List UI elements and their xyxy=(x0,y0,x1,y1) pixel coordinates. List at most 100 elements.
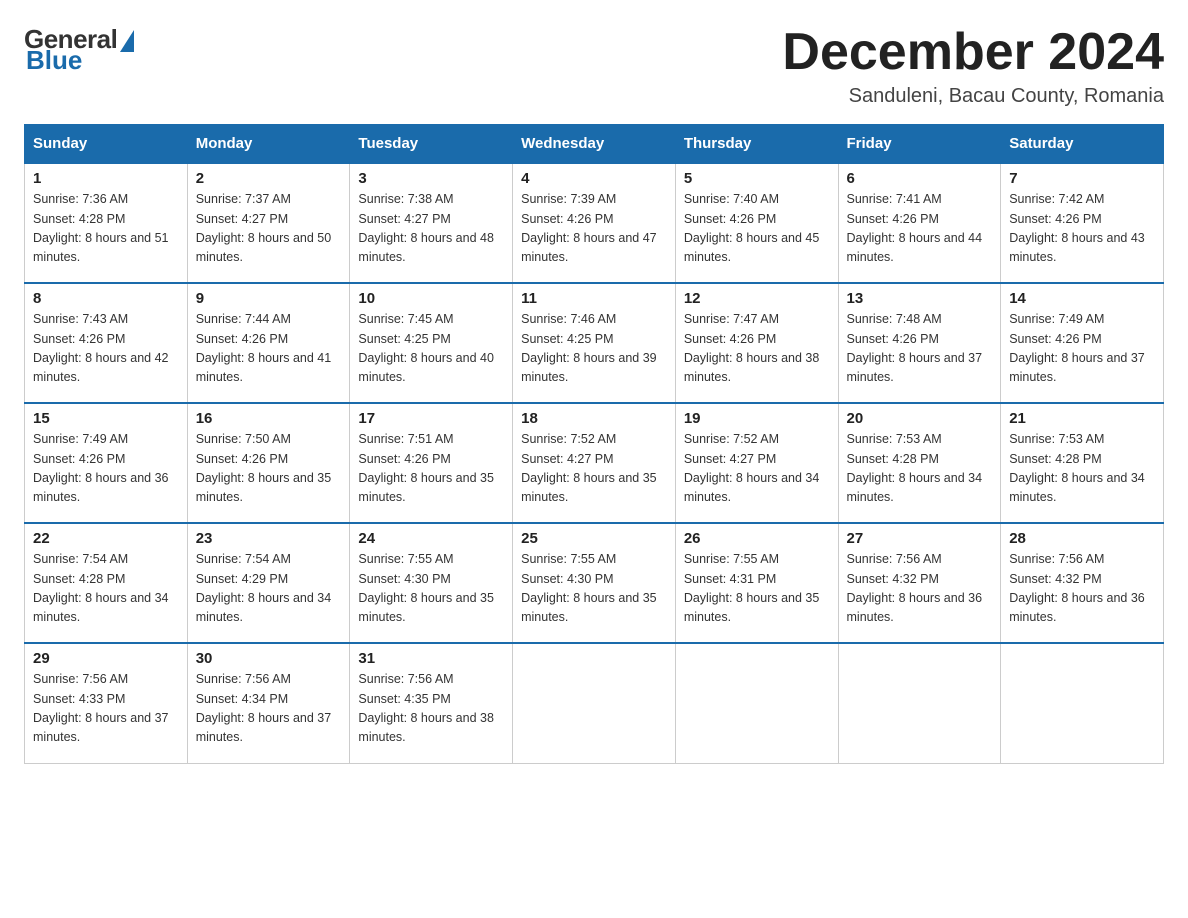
calendar-day-cell: 28 Sunrise: 7:56 AMSunset: 4:32 PMDaylig… xyxy=(1001,523,1164,643)
calendar-day-cell xyxy=(1001,643,1164,763)
day-info: Sunrise: 7:45 AMSunset: 4:25 PMDaylight:… xyxy=(358,312,494,384)
calendar-day-cell: 4 Sunrise: 7:39 AMSunset: 4:26 PMDayligh… xyxy=(513,163,676,283)
calendar-week-row: 1 Sunrise: 7:36 AMSunset: 4:28 PMDayligh… xyxy=(25,163,1164,283)
day-info: Sunrise: 7:37 AMSunset: 4:27 PMDaylight:… xyxy=(196,192,332,264)
weekday-header-row: Sunday Monday Tuesday Wednesday Thursday… xyxy=(25,125,1164,164)
header-thursday: Thursday xyxy=(675,125,838,164)
calendar-day-cell: 17 Sunrise: 7:51 AMSunset: 4:26 PMDaylig… xyxy=(350,403,513,523)
calendar-day-cell: 8 Sunrise: 7:43 AMSunset: 4:26 PMDayligh… xyxy=(25,283,188,403)
calendar-day-cell: 25 Sunrise: 7:55 AMSunset: 4:30 PMDaylig… xyxy=(513,523,676,643)
calendar-day-cell: 10 Sunrise: 7:45 AMSunset: 4:25 PMDaylig… xyxy=(350,283,513,403)
day-number: 13 xyxy=(847,290,993,307)
day-number: 6 xyxy=(847,170,993,187)
day-info: Sunrise: 7:54 AMSunset: 4:29 PMDaylight:… xyxy=(196,552,332,624)
day-number: 31 xyxy=(358,650,504,667)
calendar-day-cell: 29 Sunrise: 7:56 AMSunset: 4:33 PMDaylig… xyxy=(25,643,188,763)
day-info: Sunrise: 7:39 AMSunset: 4:26 PMDaylight:… xyxy=(521,192,657,264)
calendar-day-cell: 2 Sunrise: 7:37 AMSunset: 4:27 PMDayligh… xyxy=(187,163,350,283)
day-number: 7 xyxy=(1009,170,1155,187)
day-info: Sunrise: 7:44 AMSunset: 4:26 PMDaylight:… xyxy=(196,312,332,384)
day-number: 18 xyxy=(521,410,667,427)
day-number: 26 xyxy=(684,530,830,547)
day-info: Sunrise: 7:51 AMSunset: 4:26 PMDaylight:… xyxy=(358,432,494,504)
calendar-day-cell xyxy=(675,643,838,763)
calendar-week-row: 29 Sunrise: 7:56 AMSunset: 4:33 PMDaylig… xyxy=(25,643,1164,763)
calendar-day-cell: 11 Sunrise: 7:46 AMSunset: 4:25 PMDaylig… xyxy=(513,283,676,403)
day-number: 30 xyxy=(196,650,342,667)
calendar-day-cell: 1 Sunrise: 7:36 AMSunset: 4:28 PMDayligh… xyxy=(25,163,188,283)
day-number: 14 xyxy=(1009,290,1155,307)
day-info: Sunrise: 7:38 AMSunset: 4:27 PMDaylight:… xyxy=(358,192,494,264)
calendar-day-cell: 20 Sunrise: 7:53 AMSunset: 4:28 PMDaylig… xyxy=(838,403,1001,523)
day-info: Sunrise: 7:55 AMSunset: 4:30 PMDaylight:… xyxy=(358,552,494,624)
month-title: December 2024 xyxy=(782,24,1164,81)
calendar-day-cell: 22 Sunrise: 7:54 AMSunset: 4:28 PMDaylig… xyxy=(25,523,188,643)
calendar-day-cell: 18 Sunrise: 7:52 AMSunset: 4:27 PMDaylig… xyxy=(513,403,676,523)
calendar-day-cell xyxy=(838,643,1001,763)
day-number: 2 xyxy=(196,170,342,187)
title-area: December 2024 Sanduleni, Bacau County, R… xyxy=(782,24,1164,108)
day-number: 25 xyxy=(521,530,667,547)
day-info: Sunrise: 7:49 AMSunset: 4:26 PMDaylight:… xyxy=(1009,312,1145,384)
day-info: Sunrise: 7:41 AMSunset: 4:26 PMDaylight:… xyxy=(847,192,983,264)
day-info: Sunrise: 7:56 AMSunset: 4:32 PMDaylight:… xyxy=(847,552,983,624)
calendar-table: Sunday Monday Tuesday Wednesday Thursday… xyxy=(24,124,1164,764)
calendar-day-cell: 15 Sunrise: 7:49 AMSunset: 4:26 PMDaylig… xyxy=(25,403,188,523)
day-number: 17 xyxy=(358,410,504,427)
day-info: Sunrise: 7:54 AMSunset: 4:28 PMDaylight:… xyxy=(33,552,169,624)
calendar-day-cell: 26 Sunrise: 7:55 AMSunset: 4:31 PMDaylig… xyxy=(675,523,838,643)
header-sunday: Sunday xyxy=(25,125,188,164)
day-number: 4 xyxy=(521,170,667,187)
day-number: 5 xyxy=(684,170,830,187)
day-info: Sunrise: 7:48 AMSunset: 4:26 PMDaylight:… xyxy=(847,312,983,384)
calendar-day-cell xyxy=(513,643,676,763)
calendar-day-cell: 19 Sunrise: 7:52 AMSunset: 4:27 PMDaylig… xyxy=(675,403,838,523)
calendar-day-cell: 13 Sunrise: 7:48 AMSunset: 4:26 PMDaylig… xyxy=(838,283,1001,403)
day-number: 19 xyxy=(684,410,830,427)
day-number: 16 xyxy=(196,410,342,427)
calendar-day-cell: 23 Sunrise: 7:54 AMSunset: 4:29 PMDaylig… xyxy=(187,523,350,643)
calendar-week-row: 15 Sunrise: 7:49 AMSunset: 4:26 PMDaylig… xyxy=(25,403,1164,523)
day-info: Sunrise: 7:53 AMSunset: 4:28 PMDaylight:… xyxy=(847,432,983,504)
calendar-day-cell: 12 Sunrise: 7:47 AMSunset: 4:26 PMDaylig… xyxy=(675,283,838,403)
header-saturday: Saturday xyxy=(1001,125,1164,164)
logo: General Blue xyxy=(24,24,134,76)
day-number: 8 xyxy=(33,290,179,307)
day-info: Sunrise: 7:56 AMSunset: 4:32 PMDaylight:… xyxy=(1009,552,1145,624)
day-info: Sunrise: 7:56 AMSunset: 4:34 PMDaylight:… xyxy=(196,672,332,744)
day-number: 20 xyxy=(847,410,993,427)
calendar-day-cell: 16 Sunrise: 7:50 AMSunset: 4:26 PMDaylig… xyxy=(187,403,350,523)
day-number: 27 xyxy=(847,530,993,547)
day-info: Sunrise: 7:47 AMSunset: 4:26 PMDaylight:… xyxy=(684,312,820,384)
header-friday: Friday xyxy=(838,125,1001,164)
day-info: Sunrise: 7:46 AMSunset: 4:25 PMDaylight:… xyxy=(521,312,657,384)
calendar-day-cell: 3 Sunrise: 7:38 AMSunset: 4:27 PMDayligh… xyxy=(350,163,513,283)
day-number: 3 xyxy=(358,170,504,187)
day-number: 29 xyxy=(33,650,179,667)
logo-blue-text: Blue xyxy=(26,45,82,76)
header-tuesday: Tuesday xyxy=(350,125,513,164)
day-number: 22 xyxy=(33,530,179,547)
calendar-day-cell: 7 Sunrise: 7:42 AMSunset: 4:26 PMDayligh… xyxy=(1001,163,1164,283)
day-info: Sunrise: 7:40 AMSunset: 4:26 PMDaylight:… xyxy=(684,192,820,264)
day-info: Sunrise: 7:55 AMSunset: 4:30 PMDaylight:… xyxy=(521,552,657,624)
calendar-day-cell: 27 Sunrise: 7:56 AMSunset: 4:32 PMDaylig… xyxy=(838,523,1001,643)
calendar-body: 1 Sunrise: 7:36 AMSunset: 4:28 PMDayligh… xyxy=(25,163,1164,763)
logo-triangle-icon xyxy=(120,30,134,52)
day-number: 23 xyxy=(196,530,342,547)
location-title: Sanduleni, Bacau County, Romania xyxy=(782,85,1164,108)
day-info: Sunrise: 7:56 AMSunset: 4:35 PMDaylight:… xyxy=(358,672,494,744)
day-info: Sunrise: 7:53 AMSunset: 4:28 PMDaylight:… xyxy=(1009,432,1145,504)
day-number: 12 xyxy=(684,290,830,307)
day-info: Sunrise: 7:42 AMSunset: 4:26 PMDaylight:… xyxy=(1009,192,1145,264)
calendar-day-cell: 30 Sunrise: 7:56 AMSunset: 4:34 PMDaylig… xyxy=(187,643,350,763)
day-info: Sunrise: 7:52 AMSunset: 4:27 PMDaylight:… xyxy=(684,432,820,504)
header-wednesday: Wednesday xyxy=(513,125,676,164)
day-number: 28 xyxy=(1009,530,1155,547)
day-info: Sunrise: 7:56 AMSunset: 4:33 PMDaylight:… xyxy=(33,672,169,744)
day-info: Sunrise: 7:50 AMSunset: 4:26 PMDaylight:… xyxy=(196,432,332,504)
day-number: 21 xyxy=(1009,410,1155,427)
day-info: Sunrise: 7:55 AMSunset: 4:31 PMDaylight:… xyxy=(684,552,820,624)
day-number: 9 xyxy=(196,290,342,307)
day-info: Sunrise: 7:49 AMSunset: 4:26 PMDaylight:… xyxy=(33,432,169,504)
